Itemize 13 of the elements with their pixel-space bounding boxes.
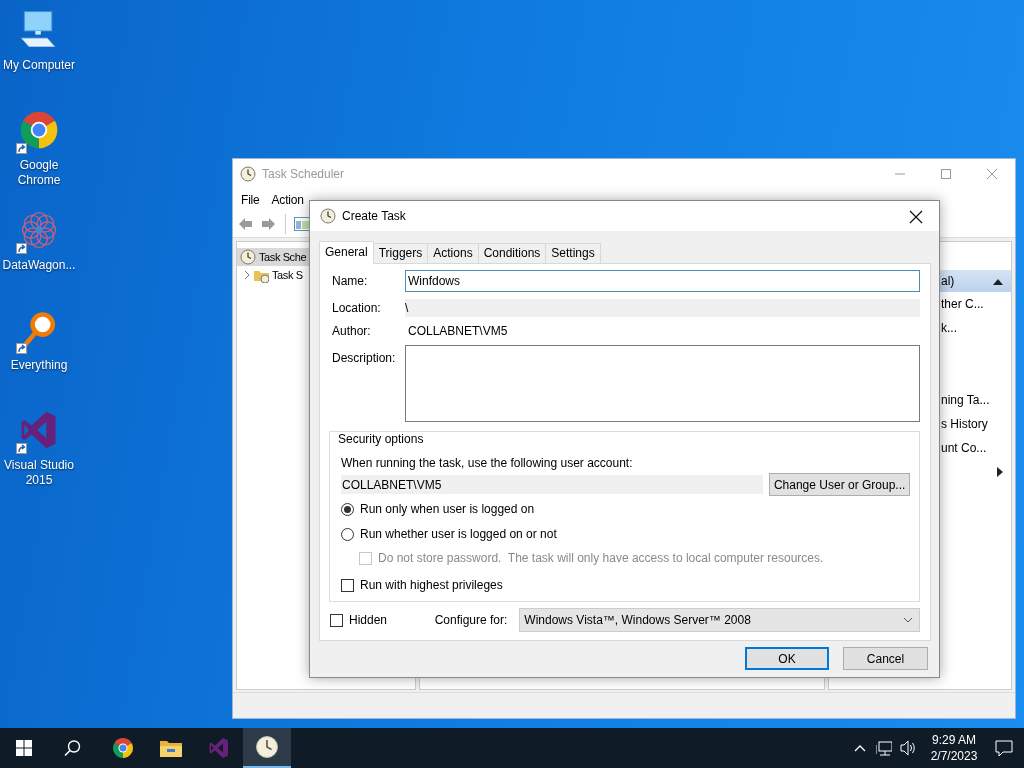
- field-label: Configure for:: [434, 612, 509, 629]
- prompt-text: When running the task, use the following user account:: [341, 455, 634, 471]
- checkbox-option: Do not store password. The task will only have access to local computer resources.: [359, 548, 910, 568]
- field-label: Name:: [332, 273, 369, 290]
- window-title: Task Scheduler: [262, 166, 345, 183]
- field-label: Description:: [332, 350, 397, 367]
- location-field: \: [405, 299, 920, 317]
- account-field: COLLABNET\VM5: [341, 475, 764, 494]
- group-legend: Security options: [338, 431, 910, 447]
- author-value: COLLABNET\VM5: [407, 322, 508, 340]
- dialog-title: Create Task: [342, 208, 406, 225]
- field-label: Author:: [332, 322, 372, 340]
- field-label: Location:: [332, 300, 382, 317]
